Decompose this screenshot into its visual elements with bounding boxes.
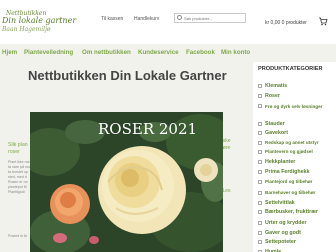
- site-logo[interactable]: Nettbutikken Din lokale gartner Baan Hag…: [2, 10, 76, 36]
- category-label: Gaver og godt: [265, 230, 301, 236]
- page: Nettbutikken Din lokale gartner Baan Hag…: [0, 0, 336, 252]
- post-snippet-right[interactable]: riske nøre i Les e: [220, 138, 256, 202]
- sidebar-category-item[interactable]: Urter og krydder: [253, 219, 336, 229]
- shopping-cart-icon[interactable]: [318, 16, 328, 26]
- expand-toggle-icon[interactable]: [258, 191, 262, 195]
- sidebar-category-item[interactable]: Prima Ferdighekk: [253, 168, 336, 178]
- sidebar-category-item[interactable]: Plantejord og tilbehør: [253, 178, 336, 188]
- nav-item-home[interactable]: Hjem: [2, 49, 17, 56]
- post-title-snippet[interactable]: Slik plan roser: [8, 142, 30, 156]
- nav-item-om-nettbutikken[interactable]: Om nettbutikken: [82, 49, 131, 56]
- expand-toggle-icon[interactable]: [258, 84, 262, 88]
- category-label: Redskap og annet utstyr: [265, 140, 319, 145]
- expand-toggle-icon[interactable]: [258, 210, 262, 214]
- search-input[interactable]: [184, 15, 244, 22]
- sidebar-category-item[interactable]: Plantevern og gjødsel: [253, 148, 336, 158]
- expand-toggle-icon[interactable]: [258, 221, 262, 225]
- site-header: Nettbutikken Din lokale gartner Baan Hag…: [0, 0, 336, 44]
- nav-item-min-konto[interactable]: Min konto: [221, 49, 250, 56]
- search-icon[interactable]: [177, 15, 182, 20]
- snippet-line: nøre: [220, 145, 231, 151]
- post-excerpt: Plant ikke ros ta vare på ros ta bundet …: [8, 160, 30, 195]
- sidebar-category-item[interactable]: Barnehaver og tilbehør: [253, 189, 336, 199]
- main-nav: Hjem Planteveiledning Om nettbutikken Ku…: [0, 46, 256, 60]
- snippet-line: Slik plan: [8, 142, 28, 148]
- category-label: Gavekort: [265, 130, 288, 136]
- cart-summary[interactable]: kr 0,00 0 produkter: [265, 20, 307, 26]
- category-label: Barnehaver og tilbehør: [265, 190, 316, 195]
- sidebar-category-item[interactable]: Klematis: [253, 82, 336, 92]
- snippet-line: i Les: [220, 188, 231, 194]
- search-box: [174, 13, 246, 23]
- logo-line-3: Baan Hagemiljø: [2, 26, 51, 33]
- expand-toggle-icon[interactable]: [258, 131, 262, 135]
- page-title: Nettbutikken Din Lokale Gartner: [28, 68, 227, 83]
- logo-line-2: Din lokale gartner: [2, 16, 77, 25]
- category-label: Frø og dyrk selv løsninger: [265, 104, 323, 109]
- category-label: Hekkplanter: [265, 159, 296, 165]
- category-label: Plantevern og gjødsel: [265, 149, 313, 154]
- category-label: Klematis: [265, 83, 288, 89]
- expand-toggle-icon[interactable]: [258, 160, 262, 164]
- expand-toggle-icon[interactable]: [258, 170, 262, 174]
- sidebar-title: PRODUKTKATEGORIER: [258, 66, 323, 72]
- sidebar-category-item[interactable]: Gavekort: [253, 129, 336, 139]
- category-label: Stauder: [265, 121, 285, 127]
- snippet-line: riske: [220, 138, 231, 144]
- post-meta: Posted in Ar: [8, 234, 28, 238]
- category-label: Prima Ferdighekk: [265, 169, 310, 175]
- sidebar-category-item[interactable]: Humle: [253, 248, 336, 252]
- expand-toggle-icon[interactable]: [258, 122, 262, 126]
- expand-toggle-icon[interactable]: [258, 150, 262, 154]
- snippet-line: e: [220, 195, 256, 202]
- hero-image-roses[interactable]: ROSER 2021: [30, 112, 223, 252]
- nav-item-kundeservice[interactable]: Kundeservice: [138, 49, 179, 56]
- sidebar-category-item[interactable]: Hekkplanter: [253, 158, 336, 168]
- expand-toggle-icon[interactable]: [258, 240, 262, 244]
- expand-toggle-icon[interactable]: [258, 104, 262, 108]
- checkout-link[interactable]: Til kassen: [101, 16, 123, 22]
- expand-toggle-icon[interactable]: [258, 94, 262, 98]
- expand-toggle-icon[interactable]: [258, 231, 262, 235]
- nav-item-facebook[interactable]: Facebook: [186, 49, 215, 56]
- nav-item-planteveiledning[interactable]: Planteveiledning: [24, 49, 73, 56]
- hero-caption: ROSER 2021: [98, 120, 198, 138]
- sidebar-category-item[interactable]: Frø og dyrk selv løsninger: [253, 102, 336, 112]
- category-label: Settelvittlak: [265, 200, 295, 206]
- sidebar-categories: PRODUKTKATEGORIER Klematis Roser Frø og dy…: [253, 62, 336, 252]
- expand-toggle-icon[interactable]: [258, 141, 262, 145]
- snippet-line: roser: [8, 149, 20, 155]
- sidebar-category-item[interactable]: Roser: [253, 92, 336, 102]
- category-label: Bærbusker, frukttrær: [265, 209, 318, 215]
- category-label: Settepoteter: [265, 239, 296, 245]
- excerpt-line: Plantligodi: [8, 190, 25, 194]
- cart-link[interactable]: Handlekurv: [134, 16, 159, 22]
- sidebar-category-item[interactable]: Settepoteter: [253, 238, 336, 248]
- category-label: Roser: [265, 93, 281, 99]
- category-label: Plantejord og tilbehør: [265, 179, 313, 184]
- category-label: Urter og krydder: [265, 220, 307, 226]
- sidebar-category-item[interactable]: Bærbusker, frukttrær: [253, 208, 336, 218]
- expand-toggle-icon[interactable]: [258, 180, 262, 184]
- expand-toggle-icon[interactable]: [258, 201, 262, 205]
